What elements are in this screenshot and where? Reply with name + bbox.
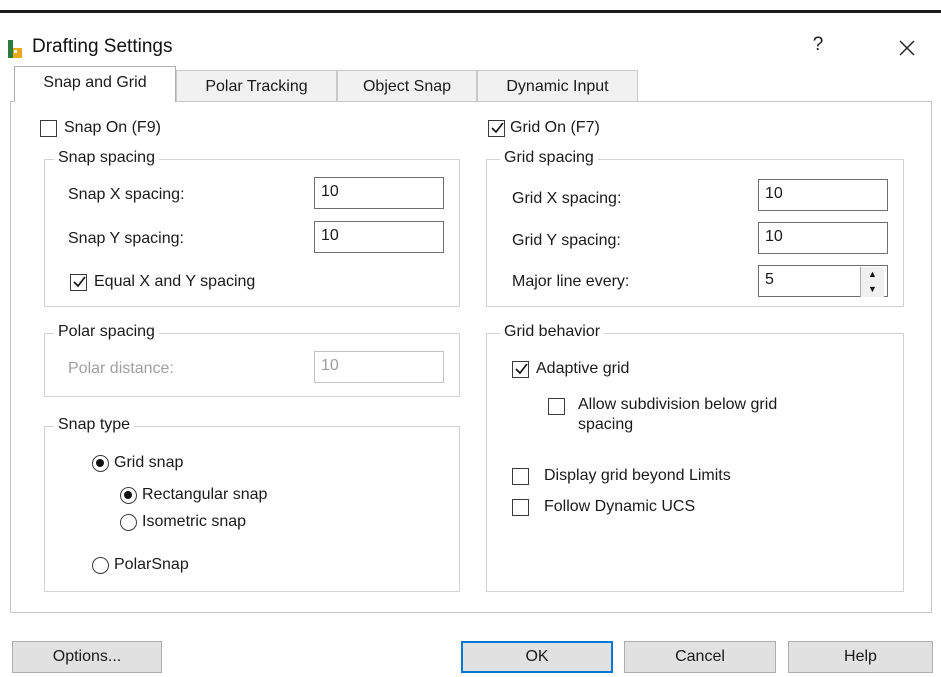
allow-subdivision-label-cont: spacing xyxy=(578,416,634,433)
check-icon xyxy=(491,122,504,134)
grid-snap-radio[interactable] xyxy=(92,455,109,472)
polar-snap-radio[interactable] xyxy=(92,557,109,574)
snap-x-label: Snap X spacing: xyxy=(68,186,185,203)
grid-behavior-title: Grid behavior xyxy=(500,323,605,341)
equal-xy-checkbox[interactable] xyxy=(70,274,87,291)
snap-y-label: Snap Y spacing: xyxy=(68,230,184,247)
grid-y-input[interactable]: 10 xyxy=(758,222,888,254)
rectangular-snap-radio[interactable] xyxy=(120,487,137,504)
snap-type-title: Snap type xyxy=(54,416,135,434)
grid-on-checkbox[interactable] xyxy=(488,120,505,137)
isometric-snap-radio[interactable] xyxy=(120,514,137,531)
snap-spacing-title: Snap spacing xyxy=(54,149,159,167)
polar-distance-label: Polar distance: xyxy=(68,360,174,377)
display-beyond-limits-checkbox[interactable] xyxy=(512,468,529,485)
rectangular-snap-label: Rectangular snap xyxy=(142,486,268,503)
allow-subdivision-checkbox[interactable] xyxy=(548,398,565,415)
adaptive-grid-checkbox[interactable] xyxy=(512,361,529,378)
spin-up-icon[interactable]: ▲ xyxy=(861,267,884,282)
isometric-snap-label: Isometric snap xyxy=(142,513,247,530)
major-line-label: Major line every: xyxy=(512,273,630,290)
equal-xy-label: Equal X and Y spacing xyxy=(94,273,256,290)
polar-distance-input: 10 xyxy=(314,351,444,383)
major-line-spinner[interactable]: ▲ ▼ xyxy=(860,267,884,297)
grid-on-label: Grid On (F7) xyxy=(510,119,600,136)
allow-subdivision-label: Allow subdivision below grid xyxy=(578,396,778,413)
snap-x-input[interactable]: 10 xyxy=(314,177,444,209)
grid-x-input[interactable]: 10 xyxy=(758,179,888,211)
polar-snap-label: PolarSnap xyxy=(114,556,189,573)
adaptive-grid-label: Adaptive grid xyxy=(536,360,630,377)
display-beyond-limits-label: Display grid beyond Limits xyxy=(544,467,731,484)
follow-dynamic-ucs-checkbox[interactable] xyxy=(512,499,529,516)
grid-snap-label: Grid snap xyxy=(114,454,184,471)
spin-down-icon[interactable]: ▼ xyxy=(861,282,884,297)
check-icon xyxy=(515,363,528,375)
polar-spacing-title: Polar spacing xyxy=(54,323,159,341)
grid-y-label: Grid Y spacing: xyxy=(512,232,621,249)
check-icon xyxy=(73,276,86,288)
follow-dynamic-ucs-label: Follow Dynamic UCS xyxy=(544,498,696,515)
grid-x-label: Grid X spacing: xyxy=(512,190,622,207)
snap-on-checkbox[interactable] xyxy=(40,120,57,137)
snap-y-input[interactable]: 10 xyxy=(314,221,444,253)
grid-spacing-title: Grid spacing xyxy=(500,149,598,167)
snap-on-label: Snap On (F9) xyxy=(64,119,161,136)
